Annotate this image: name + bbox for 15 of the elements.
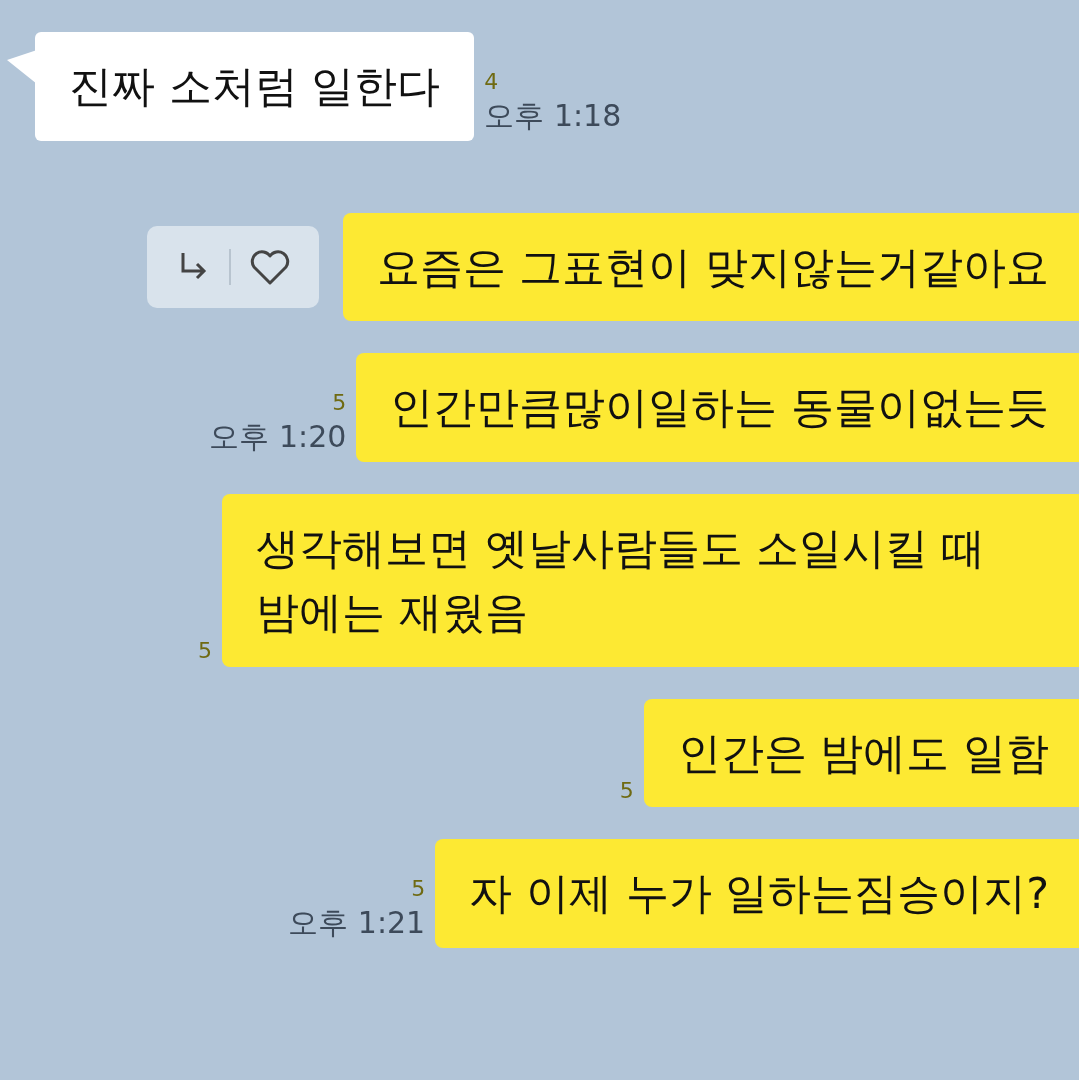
- unread-count: 5: [332, 389, 347, 415]
- unread-count: 4: [484, 68, 499, 94]
- message-time: 오후 1:18: [484, 96, 622, 135]
- unread-count: 5: [198, 637, 212, 663]
- sent-message-bubble: 요즘은 그표현이 맞지않는거같아요: [342, 212, 1079, 321]
- message-time: 오후 1:20: [209, 417, 347, 456]
- heart-icon[interactable]: [248, 247, 291, 286]
- message-time: 오후 1:21: [288, 903, 426, 942]
- sent-message-bubble: 생각해보면 옛날사람들도 소일시킬 때 밤에는 재웠음: [222, 493, 1079, 667]
- sent-message-bubble: 자 이제 누가 일하는짐승이지?: [435, 839, 1079, 948]
- unread-count: 5: [619, 778, 634, 803]
- unread-count: 5: [411, 875, 426, 901]
- received-message-bubble: 진짜 소처럼 일한다: [35, 32, 475, 141]
- sent-message-bubble: 인간만큼많이일하는 동물이없는듯: [356, 353, 1079, 462]
- sent-message-bubble: 인간은 밤에도 일함: [643, 698, 1079, 807]
